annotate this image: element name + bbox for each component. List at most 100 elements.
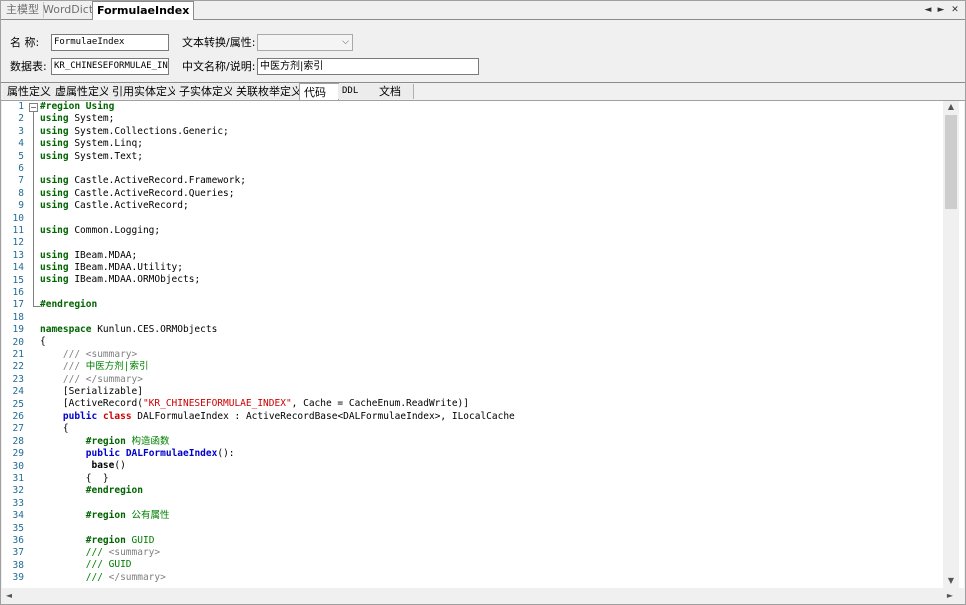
name-label: 名 称:: [10, 36, 40, 49]
text-convert-label: 文本转换/属性:: [182, 36, 256, 49]
code-line: using Castle.ActiveRecord.Queries;: [40, 187, 235, 199]
line-number: 1: [18, 101, 24, 112]
code-line: { }: [40, 472, 109, 484]
line-number: 39: [12, 572, 24, 584]
table-label: 数据表:: [10, 60, 47, 73]
code-line: using IBeam.MDAA;: [40, 249, 138, 261]
code-line: #region 构造函数: [85, 435, 170, 447]
line-number: 28: [12, 435, 24, 447]
close-tab-icon[interactable]: ✕: [949, 3, 961, 17]
code-line: #region 公有属性: [85, 509, 170, 521]
line-number: 30: [12, 460, 24, 472]
line-number: 5: [18, 150, 24, 162]
tab-document[interactable]: 文档: [375, 84, 414, 99]
code-line: namespace Kunlun.CES.ORMObjects: [40, 324, 218, 336]
code-line: using System.Collections.Generic;: [40, 125, 229, 137]
line-number: 32: [12, 485, 24, 497]
chevron-down-icon: ⌵: [342, 37, 349, 47]
tab-scroll-left-icon[interactable]: ◄: [922, 3, 934, 17]
code-line: {: [40, 336, 46, 348]
code-content: #region Using using System; using System…: [40, 101, 940, 584]
code-line: {: [40, 423, 69, 435]
line-number: 12: [12, 237, 24, 249]
line-number: 22: [12, 361, 24, 373]
tab-child-entity-definition[interactable]: 子实体定义: [175, 84, 239, 99]
entity-property-panel: 名 称: FormulaeIndex 文本转换/属性: ⌵ 数据表: KR_CH…: [1, 20, 965, 83]
line-number: 36: [12, 535, 24, 546]
line-number: 4: [18, 138, 24, 150]
line-number-gutter: 1 2 3 4 5 6 7 8 9 10 11 12 13 14 15 16 17 18 19 20 21 22 23 24 2…: [2, 101, 24, 588]
line-number: 8: [18, 187, 24, 199]
scroll-up-icon[interactable]: ▲: [943, 101, 959, 113]
text-convert-select[interactable]: ⌵: [257, 34, 353, 51]
line-number: 16: [12, 287, 24, 298]
line-number: 10: [12, 212, 24, 224]
chinese-name-input[interactable]: 中医方剂|索引: [257, 58, 479, 75]
tab-ddl[interactable]: DDL: [338, 84, 377, 99]
line-number: 9: [18, 200, 24, 212]
line-number: 25: [12, 398, 24, 410]
horizontal-scrollbar[interactable]: ◄ ►: [2, 588, 959, 603]
line-number: 35: [12, 522, 24, 534]
table-input[interactable]: KR_CHINESEFORMULAE_INDEX: [51, 58, 169, 75]
line-number: 18: [12, 311, 24, 323]
line-number: 23: [12, 373, 24, 385]
line-number: 20: [12, 336, 24, 348]
vertical-scroll-thumb[interactable]: [945, 115, 957, 209]
line-number: 6: [18, 163, 24, 174]
code-line: #endregion: [85, 485, 143, 497]
line-number: 27: [12, 423, 24, 435]
fold-guide-line: [33, 112, 34, 306]
tab-virtual-property-definition[interactable]: 虚属性定义: [51, 84, 115, 99]
code-editor[interactable]: 1 2 3 4 5 6 7 8 9 10 11 12 13 14 15 16 17 18 19 20 21 22 23 24 2…: [2, 101, 964, 588]
tab-enum-definition[interactable]: 关联枚举定义: [232, 84, 307, 99]
code-line: using System;: [40, 113, 115, 125]
vertical-scrollbar[interactable]: ▲ ▼: [943, 101, 959, 588]
scroll-down-icon[interactable]: ▼: [943, 575, 959, 587]
line-number: 11: [12, 225, 24, 236]
window-frame: 主模型 WordDict FormulaeIndex ◄ ► ✕ 名 称: Fo…: [0, 0, 966, 605]
code-line: /// 中医方剂|索引: [40, 361, 149, 373]
line-number: 2: [18, 113, 24, 125]
code-line: using Common.Logging;: [40, 224, 161, 236]
line-number: 38: [12, 559, 24, 571]
chinese-name-label: 中文名称/说明:: [182, 60, 256, 73]
scroll-right-icon[interactable]: ►: [943, 588, 957, 603]
line-number: 3: [18, 125, 24, 137]
name-input[interactable]: FormulaeIndex: [51, 34, 169, 51]
tab-reference-entity-definition[interactable]: 引用实体定义: [108, 84, 183, 99]
line-number: 13: [12, 249, 24, 261]
document-tab-strip: 主模型 WordDict FormulaeIndex ◄ ► ✕: [1, 1, 965, 20]
code-line: #region GUID: [85, 534, 155, 546]
scroll-left-icon[interactable]: ◄: [2, 588, 16, 603]
tab-property-definition[interactable]: 属性定义: [3, 84, 56, 99]
doc-tab-worddict[interactable]: WordDict: [39, 2, 99, 18]
code-line: #region Using: [40, 101, 115, 112]
line-number: 17: [12, 299, 24, 311]
doc-tab-formulaeindex[interactable]: FormulaeIndex: [92, 1, 195, 20]
line-number: 21: [12, 349, 24, 360]
scrollbar-corner: [959, 588, 965, 603]
tab-code[interactable]: 代码: [299, 83, 339, 100]
code-line: /// GUID: [40, 559, 132, 571]
line-number: 31: [12, 473, 24, 484]
code-line: using Castle.ActiveRecord.Framework;: [40, 175, 246, 187]
collapse-region-icon[interactable]: −: [29, 103, 38, 112]
code-line: using System.Text;: [40, 150, 143, 162]
code-line: [Serializable]: [40, 385, 143, 397]
line-number: 7: [18, 175, 24, 187]
doc-tab-main-model[interactable]: 主模型: [2, 2, 44, 18]
line-number: 34: [12, 510, 24, 522]
code-line: #endregion: [40, 299, 98, 311]
code-line: public DALFormulaeIndex():: [85, 447, 235, 459]
definition-tab-strip: 属性定义 虚属性定义 引用实体定义 子实体定义 关联枚举定义 代码 DDL 文档: [1, 83, 965, 101]
line-number: 29: [12, 448, 24, 460]
tab-scroll-right-icon[interactable]: ►: [935, 3, 947, 17]
code-line: base(): [91, 460, 126, 472]
code-line: /// </summary>: [40, 373, 143, 385]
